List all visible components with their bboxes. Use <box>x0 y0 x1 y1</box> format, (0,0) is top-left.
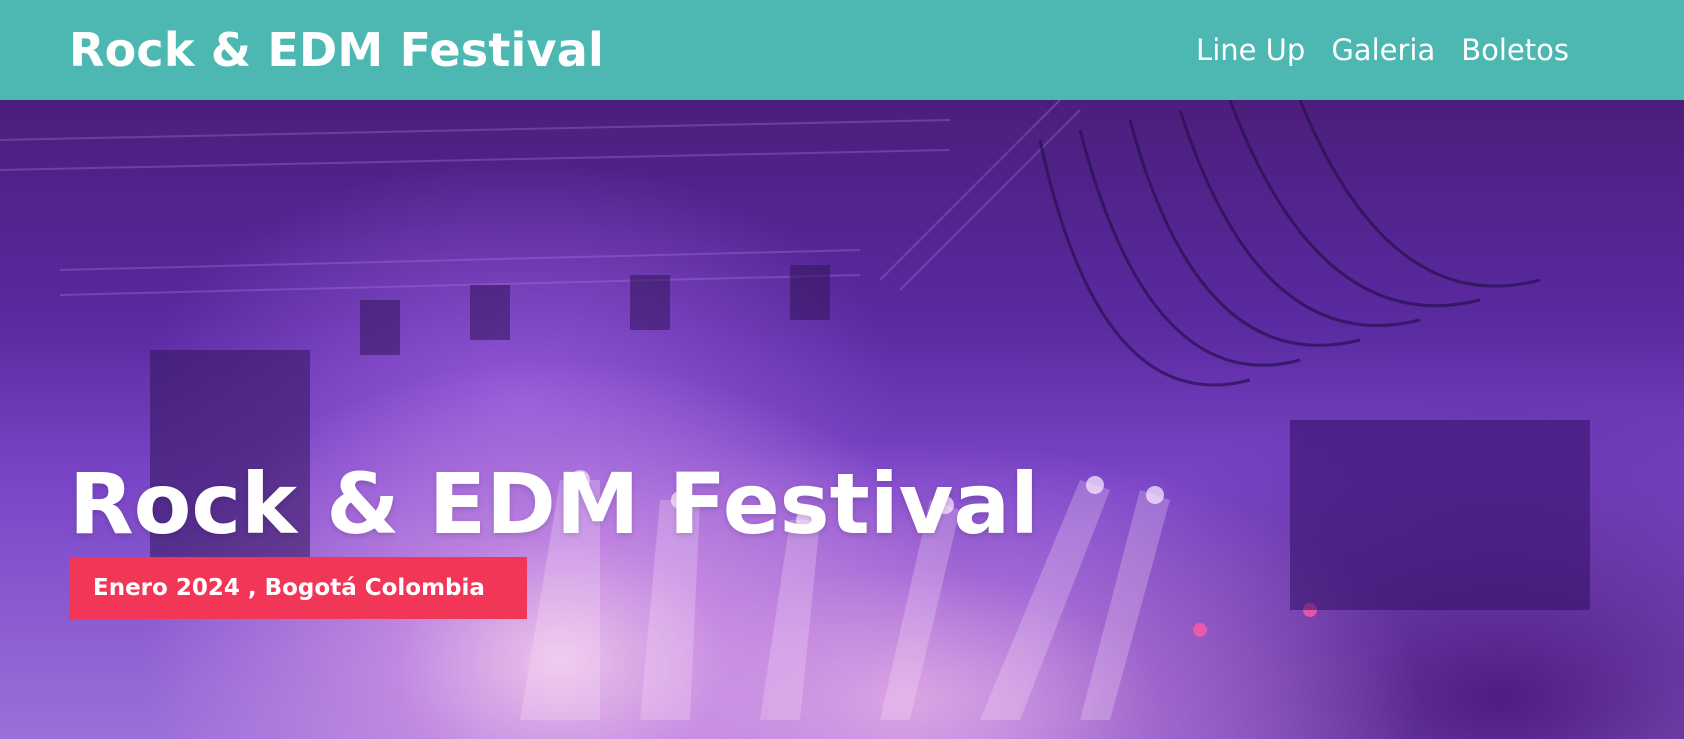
hero-section: Rock & EDM Festival Enero 2024 , Bogotá … <box>0 100 1684 739</box>
nav-link-galeria[interactable]: Galeria <box>1331 33 1435 67</box>
main-nav: Line Up Galeria Boletos <box>1196 33 1569 67</box>
event-date-badge: Enero 2024 , Bogotá Colombia <box>69 557 527 619</box>
concert-stage-image <box>0 100 1590 720</box>
event-date-text: Enero 2024 , Bogotá Colombia <box>93 575 485 601</box>
hero-title: Rock & EDM Festival <box>69 455 1039 553</box>
nav-link-line-up[interactable]: Line Up <box>1196 33 1305 67</box>
site-brand[interactable]: Rock & EDM Festival <box>69 23 604 77</box>
site-header: Rock & EDM Festival Line Up Galeria Bole… <box>0 0 1684 100</box>
nav-link-boletos[interactable]: Boletos <box>1461 33 1569 67</box>
